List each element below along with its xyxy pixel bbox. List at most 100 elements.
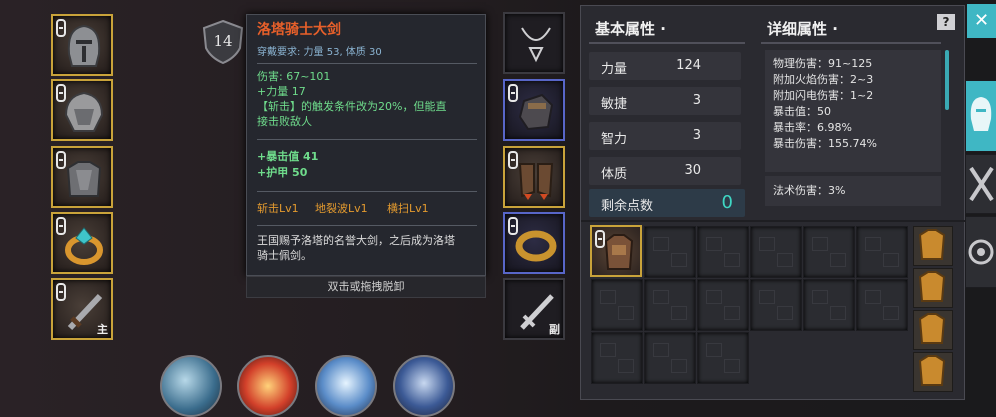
quick-item[interactable] xyxy=(913,352,953,392)
slot-chest[interactable] xyxy=(51,146,113,208)
boots-icon xyxy=(518,163,554,200)
slot-main-weapon[interactable]: 主 xyxy=(51,278,113,340)
inventory-slot[interactable] xyxy=(591,332,643,384)
stat-label: 敏捷 xyxy=(601,97,628,112)
detail-scrollbar[interactable] xyxy=(945,50,949,110)
tab-equipment[interactable] xyxy=(965,80,996,152)
item-strength-bonus: +力量 17 xyxy=(257,85,306,98)
detail-list: 物理伤害：91~125 附加火焰伤害：2~3 附加闪电伤害：1~2 暴击值：50… xyxy=(765,50,941,172)
inventory-slot[interactable] xyxy=(644,279,696,331)
helmet-icon xyxy=(67,24,101,67)
skill-fire-button[interactable] xyxy=(237,355,299,417)
divider xyxy=(589,42,745,44)
gold-armor-icon xyxy=(918,229,946,260)
divider xyxy=(257,139,477,140)
close-button[interactable]: ✕ xyxy=(967,4,996,38)
stat-agility: 敏捷 3 xyxy=(589,87,741,115)
stat-value: 3 xyxy=(692,128,701,143)
tab-settings[interactable] xyxy=(965,216,996,288)
remaining-points-label: 剩余点数 xyxy=(601,199,654,214)
detail-crit-damage: 暴击伤害：155.74% xyxy=(773,137,877,150)
tab-skills[interactable] xyxy=(965,154,996,214)
skill-ice-button[interactable] xyxy=(315,355,377,417)
inventory-slot[interactable] xyxy=(644,226,696,278)
inventory-slot[interactable] xyxy=(856,279,908,331)
armor-icon xyxy=(604,234,634,270)
necklace-icon xyxy=(521,27,551,63)
helmet-icon xyxy=(970,97,992,131)
chest-armor-icon xyxy=(66,161,102,197)
inventory-slot[interactable] xyxy=(803,226,855,278)
inventory-slot[interactable] xyxy=(697,332,749,384)
inventory-slot[interactable] xyxy=(697,226,749,278)
divider xyxy=(761,42,941,44)
quick-item[interactable] xyxy=(913,310,953,350)
stat-label: 体质 xyxy=(601,167,628,182)
basic-attributes-title: 基本属性 · xyxy=(595,20,666,38)
stat-intelligence: 智力 3 xyxy=(589,122,741,150)
inventory-slot[interactable] xyxy=(644,332,696,384)
unequip-hint-button[interactable]: 双击或拖拽脱卸 xyxy=(246,276,486,298)
inventory-slot[interactable] xyxy=(750,226,802,278)
stat-value: 124 xyxy=(676,58,701,73)
item-crit-value: +暴击值 41 xyxy=(257,150,319,163)
item-skill-1: 斩击Lv1 xyxy=(257,202,299,215)
stat-value: 3 xyxy=(692,93,701,108)
remaining-points: 剩余点数 0 xyxy=(589,189,745,217)
item-special-line-2: 接击败敌人 xyxy=(257,115,312,128)
item-skill-2: 地裂波Lv1 xyxy=(315,202,368,215)
bracelet-icon xyxy=(515,230,557,262)
inventory-slot[interactable] xyxy=(697,279,749,331)
item-armor: +护甲 50 xyxy=(257,166,308,179)
level-badge: 14 xyxy=(202,20,244,64)
stat-value: 30 xyxy=(684,163,701,178)
help-icon[interactable]: ? xyxy=(937,14,955,30)
item-requirement: 穿戴要求: 力量 53, 体质 30 xyxy=(257,47,382,58)
remaining-points-value: 0 xyxy=(721,192,733,213)
stat-strength: 力量 124 xyxy=(589,52,741,80)
inventory-slot[interactable] xyxy=(750,279,802,331)
slot-ring[interactable] xyxy=(51,212,113,274)
main-hand-label: 主 xyxy=(97,323,108,336)
inventory-slot[interactable] xyxy=(591,279,643,331)
detail-lightning-damage: 附加闪电伤害：1~2 xyxy=(773,89,874,102)
slot-shoulder[interactable] xyxy=(51,79,113,141)
slot-gloves[interactable] xyxy=(503,79,565,141)
detail-fire-damage: 附加火焰伤害：2~3 xyxy=(773,73,874,86)
slot-helmet[interactable] xyxy=(51,14,113,76)
quick-item[interactable] xyxy=(913,268,953,308)
item-damage: 伤害: 67~101 xyxy=(257,70,331,83)
divider xyxy=(257,225,477,226)
inventory-item-armor[interactable] xyxy=(590,225,642,277)
quick-item[interactable] xyxy=(913,226,953,266)
divider xyxy=(257,63,477,64)
detail-attributes-title: 详细属性 · xyxy=(767,20,838,38)
skill-slash-button[interactable] xyxy=(160,355,222,417)
slot-boots[interactable] xyxy=(503,146,565,208)
slot-necklace[interactable] xyxy=(503,12,565,74)
stat-label: 智力 xyxy=(601,132,628,147)
shoulder-armor-icon xyxy=(64,91,104,132)
detail-crit-rate: 暴击率：6.98% xyxy=(773,121,852,134)
stat-constitution: 体质 30 xyxy=(589,157,741,185)
inventory-slot[interactable] xyxy=(856,226,908,278)
detail-magic-row: 法术伤害：3% xyxy=(765,176,941,206)
item-skill-3: 横扫Lv1 xyxy=(387,202,429,215)
detail-magic-damage: 法术伤害：3% xyxy=(773,184,846,197)
item-special-line-1: 【斩击】的触发条件改为20%，但能直 xyxy=(257,100,447,113)
ring-icon xyxy=(65,227,103,265)
detail-crit-value: 暴击值：50 xyxy=(773,105,831,118)
item-title: 洛塔骑士大剑 xyxy=(257,22,341,38)
item-lore-line-1: 王国赐予洛塔的名誉大剑，之后成为洛塔 xyxy=(257,234,455,247)
gold-armor-icon xyxy=(918,313,946,344)
level-value: 14 xyxy=(213,32,233,50)
off-hand-label: 副 xyxy=(549,323,560,336)
item-tooltip: 洛塔骑士大剑 穿戴要求: 力量 53, 体质 30 伤害: 67~101 +力量… xyxy=(246,14,486,276)
slot-off-weapon[interactable]: 副 xyxy=(503,278,565,340)
inventory-slot[interactable] xyxy=(803,279,855,331)
gold-armor-icon xyxy=(918,355,946,386)
crossed-swords-icon xyxy=(969,166,994,202)
target-icon xyxy=(968,239,994,265)
slot-bracelet[interactable] xyxy=(503,212,565,274)
skill-whirl-button[interactable] xyxy=(393,355,455,417)
